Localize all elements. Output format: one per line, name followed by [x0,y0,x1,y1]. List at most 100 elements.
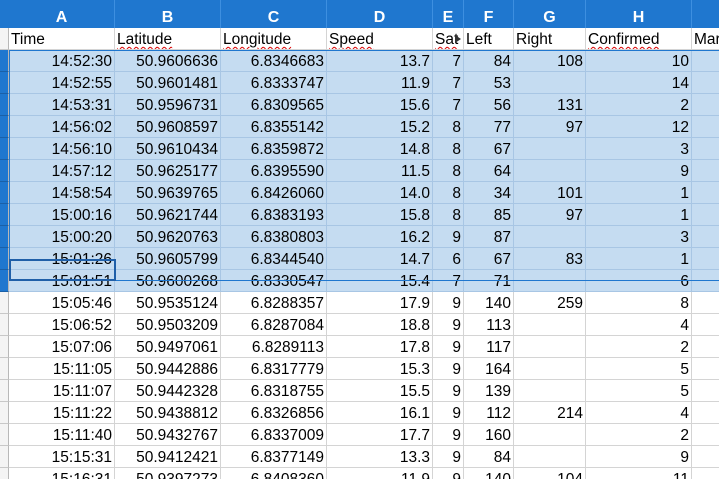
cell-sat[interactable]: 8 [433,204,464,226]
cell-right[interactable] [514,424,586,446]
row-header[interactable] [0,314,9,336]
cell-right[interactable] [514,72,586,94]
header-cell-time[interactable]: Time [9,28,115,50]
cell-empty[interactable] [692,446,719,468]
cell-time[interactable]: 15:00:16 [9,204,115,226]
cell-sat[interactable]: 9 [433,336,464,358]
cell-left[interactable]: 67 [464,138,514,160]
cell-lat[interactable]: 50.9639765 [115,182,221,204]
cell-empty[interactable] [692,314,719,336]
cell-lat[interactable]: 50.9621744 [115,204,221,226]
cell-lat[interactable]: 50.9432767 [115,424,221,446]
row-header[interactable] [0,248,9,270]
header-cell-confirmed[interactable]: Confirmed [586,28,692,50]
column-header-g[interactable]: G [514,0,586,28]
cell-left[interactable]: 112 [464,402,514,424]
cell-lat[interactable]: 50.9606636 [115,50,221,72]
cell-speed[interactable]: 14.0 [327,182,433,204]
cell-time[interactable]: 15:11:22 [9,402,115,424]
cell-sat[interactable]: 9 [433,402,464,424]
header-cell-speed[interactable]: Speed [327,28,433,50]
column-header-i[interactable] [692,0,719,28]
cell-right[interactable]: 214 [514,402,586,424]
cell-empty[interactable] [692,160,719,182]
cell-lon[interactable]: 6.8317779 [221,358,327,380]
cell-empty[interactable] [692,204,719,226]
row-header[interactable] [0,204,9,226]
cell-lat[interactable]: 50.9412421 [115,446,221,468]
cell-left[interactable]: 53 [464,72,514,94]
cell-confirmed[interactable]: 2 [586,336,692,358]
cell-sat[interactable]: 8 [433,116,464,138]
cell-lat[interactable]: 50.9442328 [115,380,221,402]
cell-lon[interactable]: 6.8359872 [221,138,327,160]
row-header[interactable] [0,72,9,94]
header-cell-mar[interactable]: Mar [692,28,719,50]
cell-left[interactable]: 140 [464,292,514,314]
cell-lon[interactable]: 6.8377149 [221,446,327,468]
cell-confirmed[interactable]: 4 [586,314,692,336]
cell-speed[interactable]: 15.3 [327,358,433,380]
row-header[interactable] [0,358,9,380]
cell-sat[interactable]: 8 [433,160,464,182]
cell-lon[interactable]: 6.8344540 [221,248,327,270]
cell-sat[interactable]: 9 [433,424,464,446]
cell-lon[interactable]: 6.8380803 [221,226,327,248]
cell-lon[interactable]: 6.8337009 [221,424,327,446]
cell-right[interactable] [514,226,586,248]
cell-sat[interactable]: 7 [433,94,464,116]
cell-lon[interactable]: 6.8333747 [221,72,327,94]
cell-right[interactable]: 131 [514,94,586,116]
cell-left[interactable]: 34 [464,182,514,204]
cell-sat[interactable]: 7 [433,270,464,292]
cell-lon[interactable]: 6.8330547 [221,270,327,292]
cell-speed[interactable]: 14.7 [327,248,433,270]
row-header[interactable] [0,182,9,204]
cell-confirmed[interactable]: 6 [586,270,692,292]
cell-speed[interactable]: 16.2 [327,226,433,248]
cell-speed[interactable]: 17.7 [327,424,433,446]
row-header[interactable] [0,336,9,358]
cell-confirmed[interactable]: 12 [586,116,692,138]
row-header[interactable] [0,226,9,248]
cell-lat[interactable]: 50.9397273 [115,468,221,479]
cell-time[interactable]: 15:00:20 [9,226,115,248]
cell-time[interactable]: 15:01:51 [9,270,115,292]
cell-empty[interactable] [692,94,719,116]
cell-empty[interactable] [692,424,719,446]
cell-right[interactable] [514,270,586,292]
row-header[interactable] [0,50,9,72]
cell-left[interactable]: 71 [464,270,514,292]
header-cell-latitude[interactable]: Latitude [115,28,221,50]
row-header[interactable] [0,292,9,314]
cell-speed[interactable]: 14.8 [327,138,433,160]
cell-right[interactable] [514,446,586,468]
cell-confirmed[interactable]: 2 [586,94,692,116]
column-header-d[interactable]: D [327,0,433,28]
cell-lat[interactable]: 50.9608597 [115,116,221,138]
cell-right[interactable]: 83 [514,248,586,270]
cell-confirmed[interactable]: 9 [586,446,692,468]
cell-left[interactable]: 113 [464,314,514,336]
cell-time[interactable]: 14:52:55 [9,72,115,94]
cell-sat[interactable]: 9 [433,358,464,380]
cell-empty[interactable] [692,226,719,248]
cell-left[interactable]: 84 [464,446,514,468]
cell-right[interactable] [514,380,586,402]
cell-lat[interactable]: 50.9620763 [115,226,221,248]
cell-right[interactable] [514,160,586,182]
cell-lon[interactable]: 6.8287084 [221,314,327,336]
row-header[interactable] [0,94,9,116]
cell-lat[interactable]: 50.9625177 [115,160,221,182]
cell-left[interactable]: 117 [464,336,514,358]
cell-lon[interactable]: 6.8318755 [221,380,327,402]
cell-left[interactable]: 84 [464,50,514,72]
cell-confirmed[interactable]: 10 [586,50,692,72]
cell-right[interactable]: 101 [514,182,586,204]
cell-time[interactable]: 14:53:31 [9,94,115,116]
cell-left[interactable]: 87 [464,226,514,248]
cell-lon[interactable]: 6.8309565 [221,94,327,116]
cell-confirmed[interactable]: 1 [586,204,692,226]
cell-time[interactable]: 14:56:02 [9,116,115,138]
column-header-a[interactable]: A [9,0,115,28]
